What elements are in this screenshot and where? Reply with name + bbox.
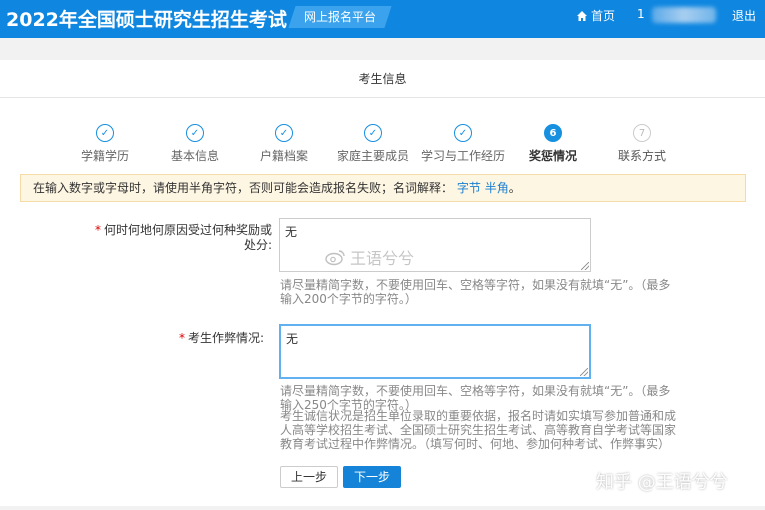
user-id: 1	[637, 7, 645, 21]
step-label: 学习与工作经历	[420, 149, 505, 163]
step-label: 家庭主要成员	[336, 149, 409, 163]
watermark-text: 王语兮兮	[350, 249, 415, 268]
check-icon: ✓	[364, 124, 382, 142]
resize-handle[interactable]	[580, 368, 588, 376]
step-number: 7	[633, 124, 651, 142]
notice-end: 。	[508, 181, 521, 195]
step-2[interactable]: ✓ 基本信息	[145, 124, 245, 164]
top-bar: 2022年全国硕士研究生招生考试 网上报名平台 首页 1 退出	[0, 0, 765, 38]
rewards-label-text: 何时何地何原因受过何种奖励或处分:	[103, 223, 272, 252]
candidate-info-panel: 考生信息 ✓ 学籍学历 ✓ 基本信息 ✓ 户籍档案 ✓ 家庭主要成员 ✓ 学习与…	[0, 60, 765, 506]
next-step-button[interactable]: 下一步	[343, 466, 402, 488]
weibo-watermark: 王语兮兮	[324, 245, 414, 269]
rewards-value: 无	[285, 225, 298, 239]
rewards-label: * 何时何地何原因受过何种奖励或处分:	[90, 223, 272, 253]
cheating-hint: 请尽量精简字数，不要使用回车、空格等字符，如果没有就填“无”。（最多输入250个…	[280, 384, 671, 412]
zhihu-watermark: 知乎 @王语兮兮	[596, 472, 728, 493]
step-6-current: 6 奖惩情况	[503, 124, 603, 164]
weibo-icon	[325, 250, 345, 266]
cheating-label: * 考生作弊情况:	[150, 331, 264, 346]
integrity-hint: 考生诚信状况是招生单位录取的重要依据，报名时请如实填写参加普通和成人高等学校招生…	[280, 409, 677, 451]
cheating-textarea[interactable]: 无	[279, 324, 591, 379]
notice-bar: 在输入数字或字母时，请使用半角字符，否则可能会造成报名失败；名词解释： 字节 半…	[20, 174, 746, 202]
step-number: 6	[544, 124, 562, 142]
check-icon: ✓	[454, 124, 472, 142]
home-label: 首页	[591, 9, 616, 23]
check-icon: ✓	[96, 124, 114, 142]
check-icon: ✓	[275, 124, 293, 142]
redacted-user-info	[652, 7, 716, 23]
step-1[interactable]: ✓ 学籍学历	[55, 124, 155, 164]
byte-link[interactable]: 字节	[457, 181, 481, 195]
step-3[interactable]: ✓ 户籍档案	[234, 124, 334, 164]
site-title: 2022年全国硕士研究生招生考试	[6, 9, 287, 31]
half-width-link[interactable]: 半角	[485, 181, 509, 195]
cheating-value: 无	[286, 332, 299, 346]
step-5[interactable]: ✓ 学习与工作经历	[413, 124, 513, 164]
platform-badge-label: 网上报名平台	[304, 10, 377, 24]
check-icon: ✓	[186, 124, 204, 142]
prev-step-button[interactable]: 上一步	[280, 466, 339, 488]
step-label: 学籍学历	[80, 149, 129, 163]
step-label: 户籍档案	[259, 149, 308, 163]
rewards-hint: 请尽量精简字数，不要使用回车、空格等字符，如果没有就填“无”。（最多输入200个…	[280, 278, 671, 306]
logout-link[interactable]: 退出	[732, 7, 756, 24]
required-mark: *	[178, 331, 185, 345]
panel-title: 考生信息	[0, 60, 765, 98]
home-icon	[577, 10, 587, 21]
step-4[interactable]: ✓ 家庭主要成员	[323, 124, 423, 164]
step-label: 基本信息	[170, 149, 219, 163]
step-label: 奖惩情况	[528, 149, 577, 163]
required-mark: *	[94, 223, 101, 237]
platform-badge: 网上报名平台	[288, 6, 392, 28]
progress-steps: ✓ 学籍学历 ✓ 基本信息 ✓ 户籍档案 ✓ 家庭主要成员 ✓ 学习与工作经历 …	[0, 124, 765, 164]
resize-handle[interactable]	[581, 262, 589, 270]
step-7: 7 联系方式	[592, 124, 692, 164]
step-label: 联系方式	[617, 149, 666, 163]
notice-text: 在输入数字或字母时，请使用半角字符，否则可能会造成报名失败；名词解释：	[33, 181, 454, 195]
home-link[interactable]: 首页	[576, 7, 615, 24]
cheating-label-text: 考生作弊情况:	[187, 331, 264, 345]
